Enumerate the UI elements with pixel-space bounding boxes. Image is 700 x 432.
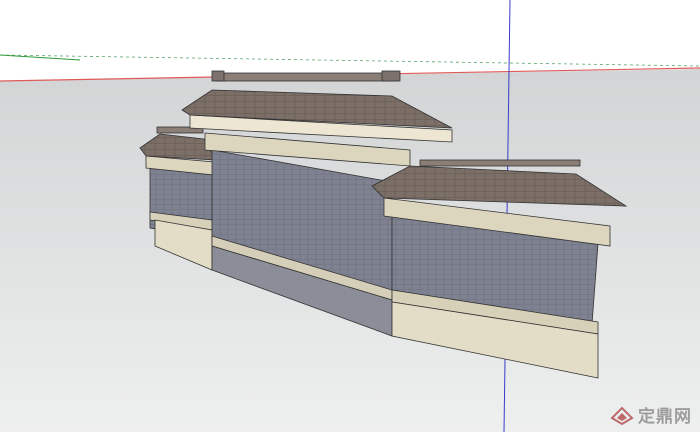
3d-scene[interactable] xyxy=(0,0,700,432)
central-ridge-cap-right xyxy=(381,70,401,82)
watermark: 定鼎网 xyxy=(610,402,692,427)
dingding-logo-icon xyxy=(610,406,634,426)
right-wing-ridge xyxy=(419,159,581,167)
modeling-viewport[interactable]: 定鼎网 xyxy=(0,0,700,432)
central-ridge xyxy=(215,72,397,82)
watermark-text: 定鼎网 xyxy=(638,406,692,427)
central-ridge-cap-left xyxy=(211,70,225,82)
